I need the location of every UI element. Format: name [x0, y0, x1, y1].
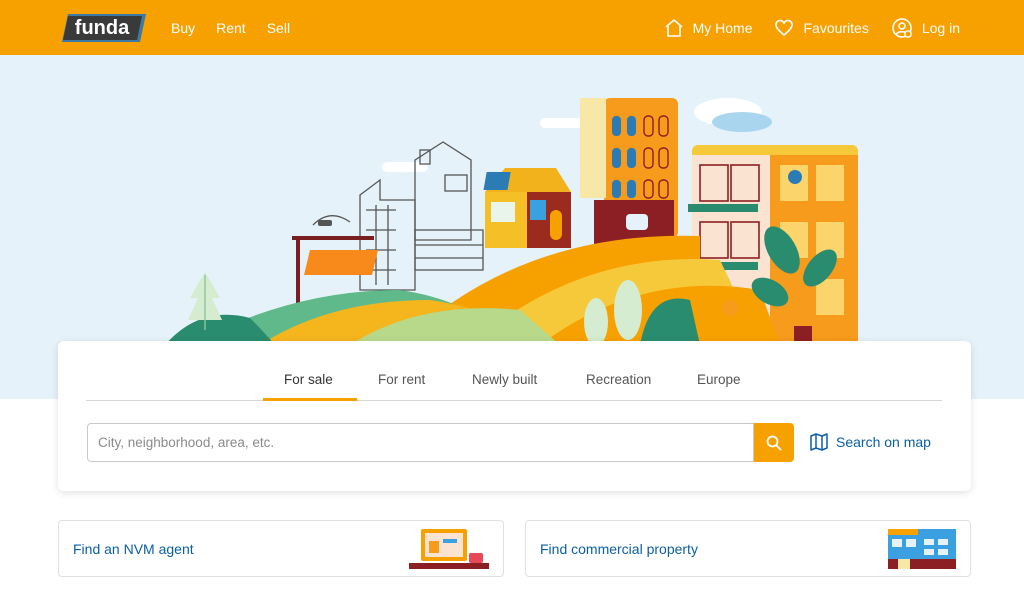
logo-text: funda — [75, 17, 130, 39]
search-panel: For sale For rent Newly built Recreation… — [58, 341, 971, 491]
login-link[interactable]: Log in — [891, 17, 960, 39]
search-tabs: For sale For rent Newly built Recreation… — [86, 341, 942, 401]
find-agent-card[interactable]: Find an NVM agent — [58, 520, 504, 577]
map-icon — [810, 433, 828, 451]
user-icon — [892, 17, 912, 38]
laptop-illustration — [409, 529, 489, 569]
nav-buy[interactable]: Buy — [171, 20, 195, 36]
favourites-label: Favourites — [803, 19, 869, 36]
favourites-link[interactable]: Favourites — [774, 18, 869, 38]
search-icon — [766, 435, 782, 450]
tab-for-rent[interactable]: For rent — [378, 372, 425, 387]
find-commercial-label: Find commercial property — [540, 541, 698, 557]
main-nav: Buy Rent Sell — [171, 0, 290, 55]
search-field-wrapper — [87, 423, 754, 462]
office-building-illustration — [888, 529, 956, 569]
my-home-link[interactable]: My Home — [664, 18, 753, 38]
active-tab-indicator — [263, 398, 357, 401]
heart-icon — [775, 19, 794, 36]
tab-europe[interactable]: Europe — [697, 372, 741, 387]
top-header: funda Buy Rent Sell My Home Favourites L… — [0, 0, 1024, 55]
funda-logo[interactable]: funda — [60, 11, 146, 45]
login-label: Log in — [921, 19, 960, 36]
search-on-map-label: Search on map — [836, 434, 931, 450]
find-agent-label: Find an NVM agent — [73, 541, 194, 557]
nav-sell[interactable]: Sell — [267, 20, 290, 36]
search-input[interactable] — [98, 435, 753, 450]
search-button[interactable] — [754, 423, 794, 462]
my-home-label: My Home — [692, 19, 753, 36]
tab-for-sale[interactable]: For sale — [284, 372, 333, 387]
user-nav: My Home Favourites Log in — [664, 0, 960, 55]
search-on-map-link[interactable]: Search on map — [810, 433, 931, 451]
find-commercial-card[interactable]: Find commercial property — [525, 520, 971, 577]
nav-rent[interactable]: Rent — [216, 20, 246, 36]
home-icon — [665, 18, 683, 37]
tab-recreation[interactable]: Recreation — [586, 372, 651, 387]
tab-newly-built[interactable]: Newly built — [472, 372, 537, 387]
